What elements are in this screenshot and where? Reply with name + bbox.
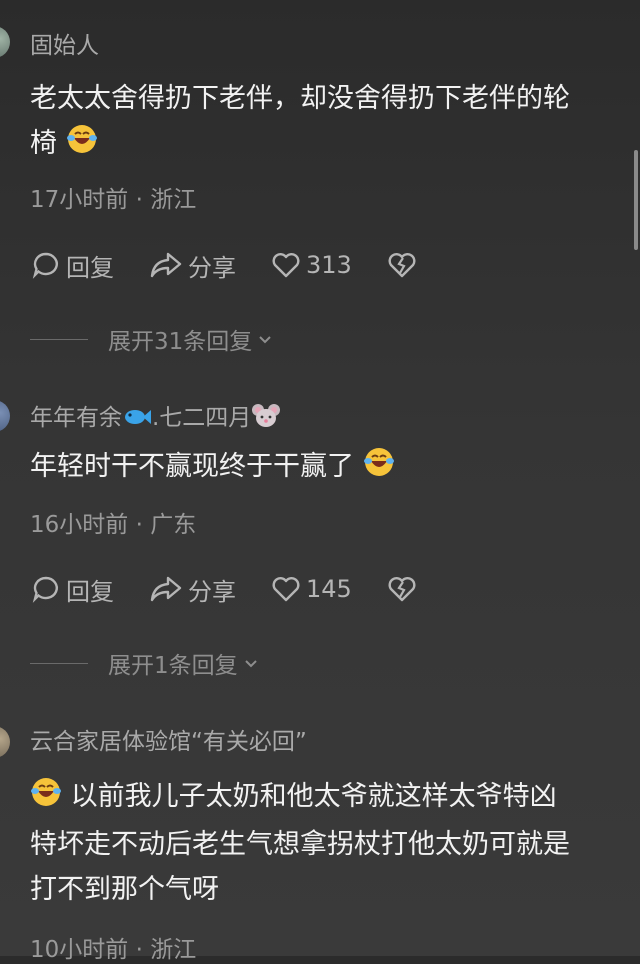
comment-text-line: 特坏走不动后老生气想拿拐杖打他太奶可就是	[30, 829, 570, 860]
reply-button[interactable]: 回复	[30, 248, 114, 283]
expand-replies-label: 展开31条回复	[108, 329, 253, 355]
mouse-icon	[251, 402, 281, 434]
chevron-down-icon	[244, 660, 257, 668]
divider	[30, 662, 88, 664]
reply-icon	[32, 252, 58, 279]
scrollbar[interactable]	[634, 150, 638, 250]
reply-label: 回复	[66, 253, 114, 282]
laughing-tears-icon	[30, 776, 62, 822]
divider	[30, 338, 88, 340]
username[interactable]: 固始人	[30, 26, 99, 60]
share-icon	[150, 252, 182, 278]
expand-replies[interactable]: 展开1条回复	[30, 646, 260, 680]
heart-icon	[272, 253, 300, 278]
reply-icon	[32, 576, 58, 603]
heart-icon	[272, 577, 300, 602]
share-label: 分享	[188, 253, 236, 282]
comment-text: 年轻时干不赢现终于干赢了	[30, 444, 626, 492]
dislike-button[interactable]	[386, 573, 422, 605]
comment-meta: 17小时前 · 浙江	[30, 187, 197, 213]
comment-text-line: 老太太舍得扔下老伴，却没舍得扔下老伴的轮	[30, 83, 570, 114]
like-button[interactable]: 313	[270, 249, 352, 281]
like-button[interactable]: 145	[270, 573, 352, 605]
chevron-down-icon	[259, 336, 271, 344]
expand-replies-label: 展开1条回复	[108, 653, 238, 679]
comment-text-line: 椅	[30, 121, 626, 169]
share-label: 分享	[188, 577, 236, 606]
comment-meta: 16小时前 · 广东	[30, 512, 197, 538]
laughing-tears-icon	[363, 446, 395, 492]
username-text: 年年有余	[30, 405, 122, 431]
comment-text: 老太太舍得扔下老伴，却没舍得扔下老伴的轮 椅	[30, 76, 626, 169]
broken-heart-icon	[388, 253, 416, 278]
comment-text: 以前我儿子太奶和他太爷就这样太爷特凶 特坏走不动后老生气想拿拐杖打他太奶可就是 …	[30, 774, 626, 912]
share-button[interactable]: 分享	[148, 248, 236, 283]
comment-text-line: 以前我儿子太奶和他太爷就这样太爷特凶	[30, 774, 626, 822]
expand-replies[interactable]: 展开31条回复	[30, 322, 274, 356]
like-count: 145	[306, 575, 352, 603]
reply-label: 回复	[66, 577, 114, 606]
avatar[interactable]	[0, 26, 10, 58]
comment-text-line-part: 椅	[30, 128, 57, 159]
comment-text-line: 年轻时干不赢现终于干赢了	[30, 451, 354, 482]
comment-text-line-part: 以前我儿子太奶和他太爷就这样太爷特凶	[70, 781, 557, 812]
comment-actions: 回复 分享 145	[30, 572, 456, 606]
laughing-tears-icon	[66, 123, 98, 169]
comment-actions: 回复 分享 313	[30, 248, 456, 282]
fish-icon	[122, 404, 152, 434]
comment-text-line: 打不到那个气呀	[30, 874, 219, 905]
share-button[interactable]: 分享	[148, 572, 236, 607]
dislike-button[interactable]	[386, 249, 422, 281]
like-count: 313	[306, 251, 352, 279]
username-suffix: .七二四月	[152, 405, 252, 431]
broken-heart-icon	[388, 577, 416, 602]
reply-button[interactable]: 回复	[30, 572, 114, 607]
avatar[interactable]	[0, 400, 10, 432]
username[interactable]: 年年有余 .七二四月	[30, 398, 281, 434]
username[interactable]: 云合家居体验馆“有关必回”	[30, 722, 307, 756]
comment-meta: 10小时前 · 浙江	[30, 937, 197, 963]
avatar[interactable]	[0, 726, 10, 758]
share-icon	[150, 576, 182, 602]
